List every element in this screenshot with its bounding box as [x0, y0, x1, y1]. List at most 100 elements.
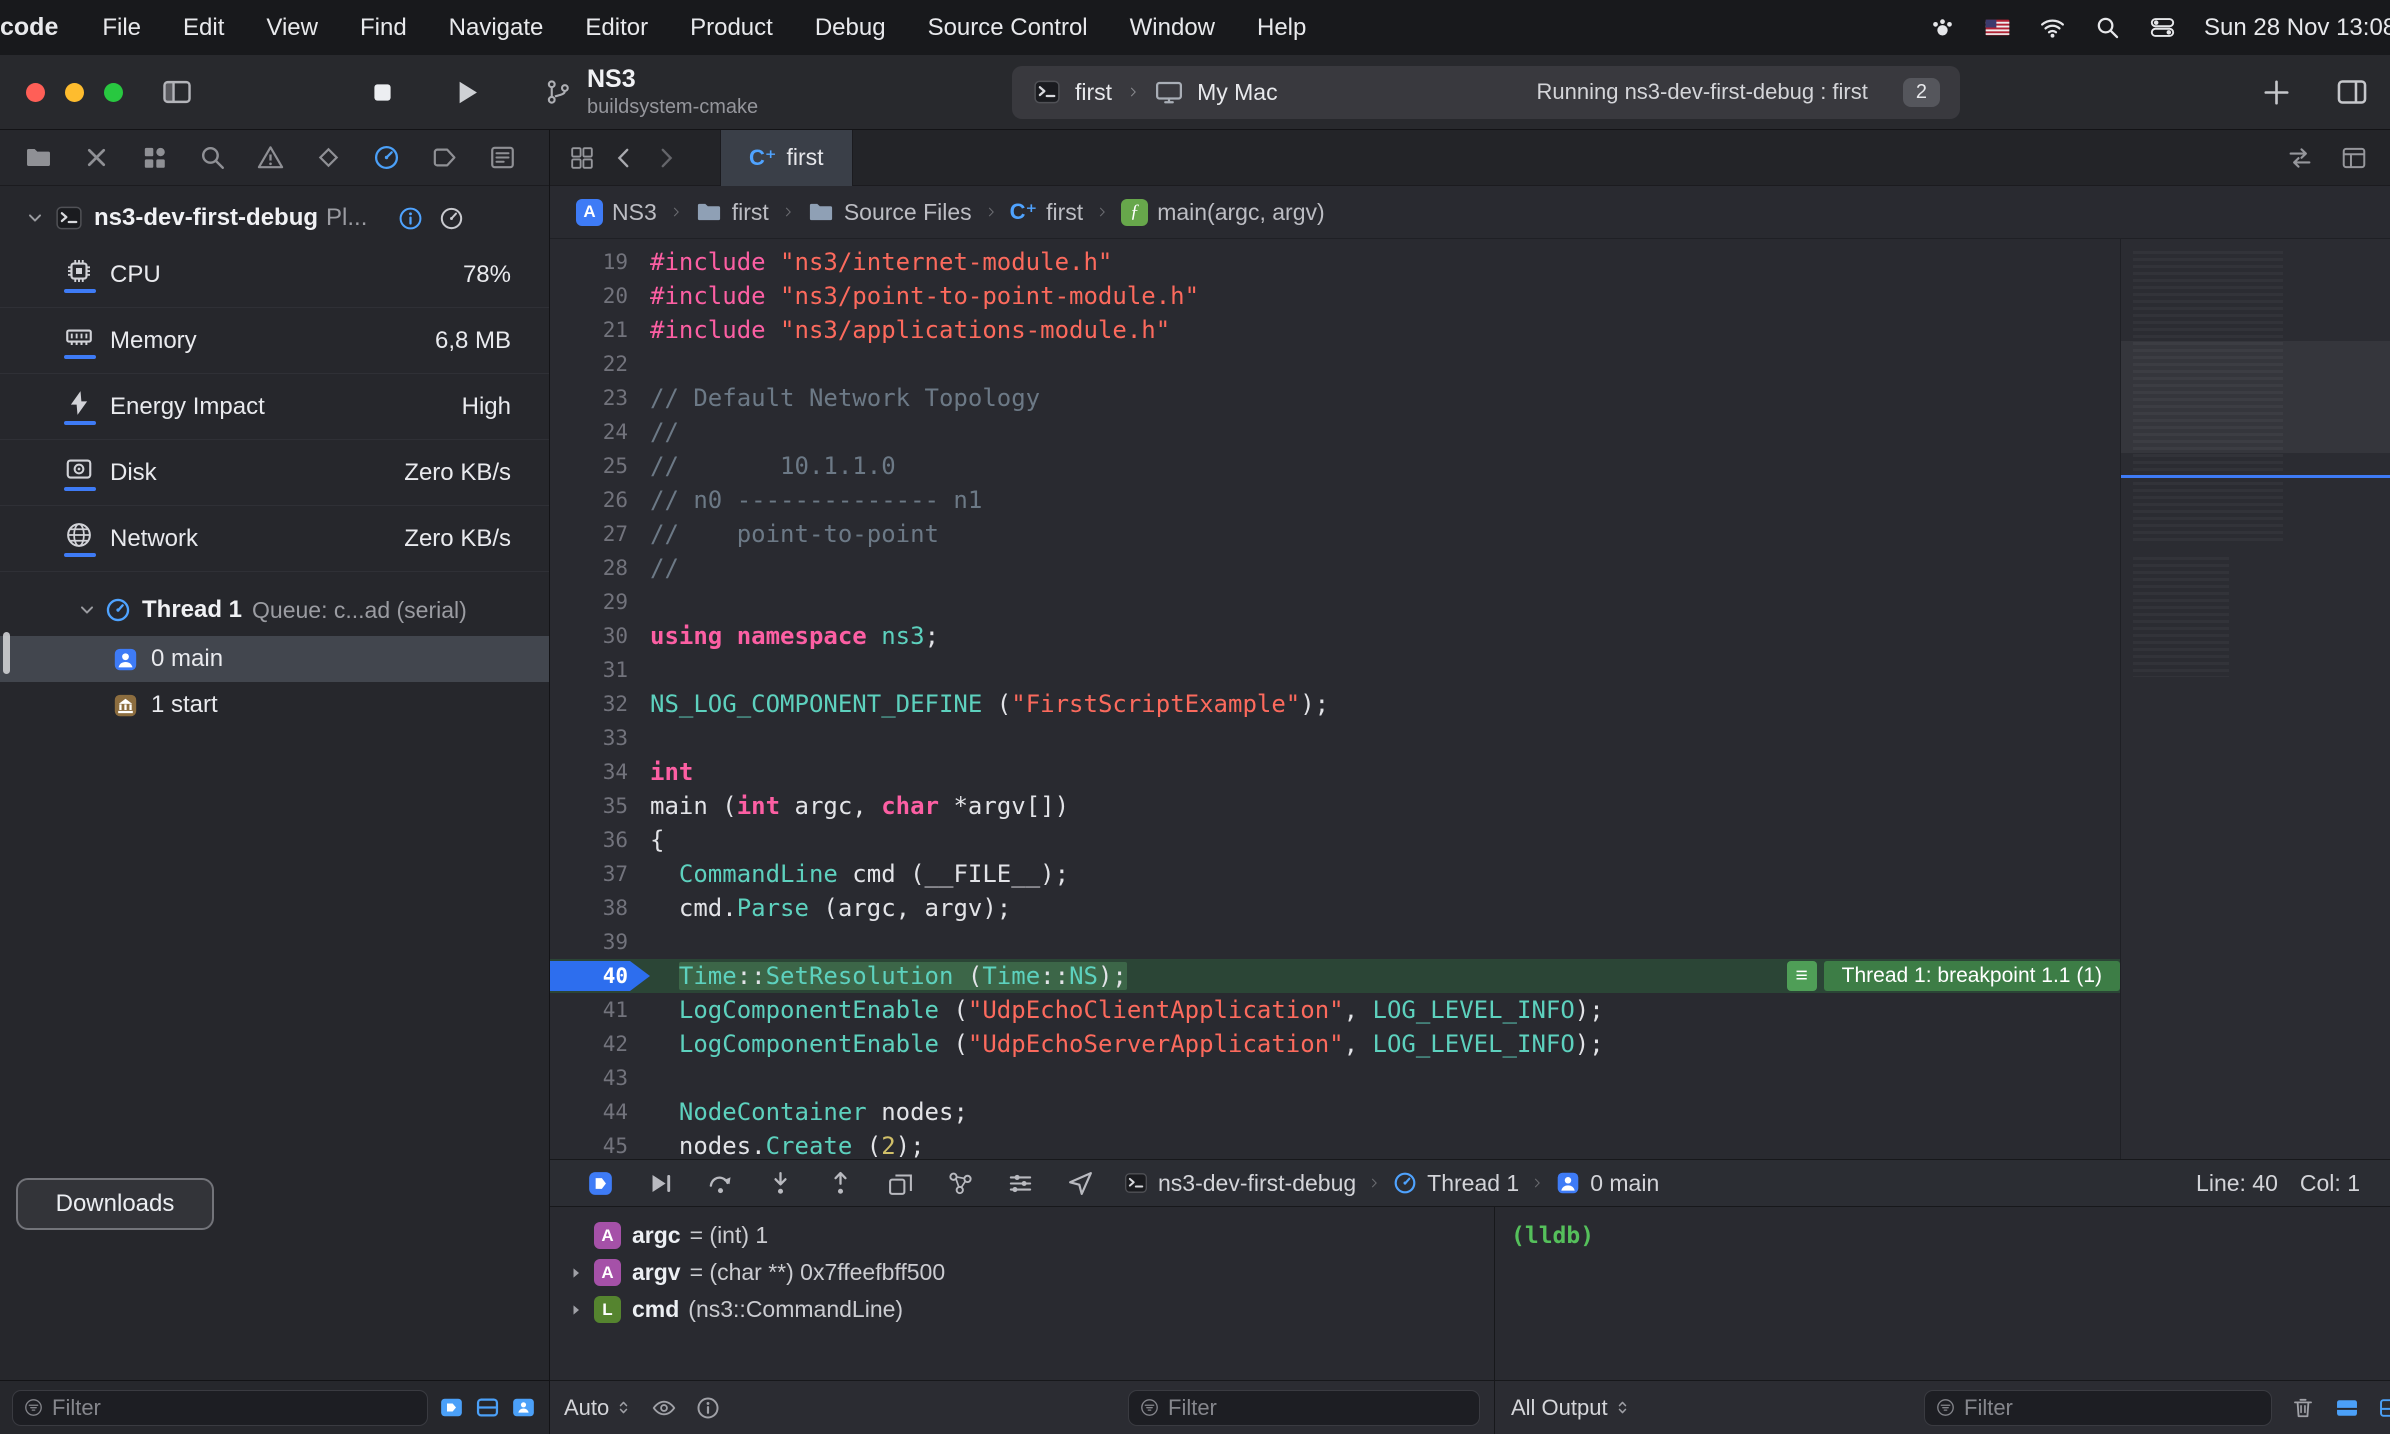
breakpoint-actions-button[interactable]: ≡ [1787, 961, 1817, 991]
line-number[interactable]: 24 [550, 420, 650, 444]
gauge-row-disk[interactable]: DiskZero KB/s [0, 440, 549, 506]
run-button[interactable] [450, 76, 483, 109]
show-console-view-icon[interactable] [2378, 1395, 2390, 1421]
code-line[interactable]: 19#include "ns3/internet-module.h" [550, 245, 2120, 279]
scheme-target[interactable]: first [1075, 79, 1112, 106]
debug-crumb-0-main[interactable]: 0 main [1555, 1170, 1659, 1197]
navigator-tab-debug-gauge-icon[interactable] [372, 143, 401, 172]
breadcrumb-first[interactable]: first [695, 198, 769, 226]
window-minimize-button[interactable] [65, 83, 84, 102]
code-line[interactable]: 44 NodeContainer nodes; [550, 1095, 2120, 1129]
code-line[interactable]: 40 Time::SetResolution (Time::NS);≡Threa… [550, 959, 2120, 993]
line-number[interactable]: 32 [550, 692, 650, 716]
code-line[interactable]: 31 [550, 653, 2120, 687]
show-variables-view-icon[interactable] [2334, 1395, 2360, 1421]
memory-graph-icon[interactable] [946, 1169, 975, 1198]
navigator-filter-field[interactable] [12, 1390, 428, 1426]
code-line[interactable]: 26// n0 -------------- n1 [550, 483, 2120, 517]
thread-row[interactable]: Thread 1 Queue: c...ad (serial) [0, 584, 549, 636]
menu-item[interactable]: File [102, 14, 141, 42]
code-line[interactable]: 45 nodes.Create (2); [550, 1129, 2120, 1159]
process-row[interactable]: ns3-dev-first-debug Pl... [0, 194, 549, 242]
view-hierarchy-icon[interactable] [886, 1169, 915, 1198]
search-icon[interactable] [2094, 14, 2121, 41]
stack-frame[interactable]: 1 start [0, 682, 549, 728]
code-line[interactable]: 22 [550, 347, 2120, 381]
code-line[interactable]: 43 [550, 1061, 2120, 1095]
editor-layout-button[interactable] [2335, 75, 2369, 109]
gauge-row-network[interactable]: NetworkZero KB/s [0, 506, 549, 572]
line-number[interactable]: 30 [550, 624, 650, 648]
code-line[interactable]: 42 LogComponentEnable ("UdpEchoServerApp… [550, 1027, 2120, 1061]
menu-item[interactable]: Source Control [928, 14, 1088, 42]
code-line[interactable]: 23// Default Network Topology [550, 381, 2120, 415]
filter-scope-2[interactable] [474, 1394, 501, 1421]
console-scope-select[interactable]: All Output [1511, 1395, 1632, 1421]
disclosure-triangle-icon[interactable] [566, 1300, 592, 1320]
line-number[interactable]: 36 [550, 828, 650, 852]
variables-filter-field[interactable] [1128, 1390, 1480, 1426]
code-line[interactable]: 30using namespace ns3; [550, 619, 2120, 653]
console-filter-field[interactable] [1924, 1390, 2272, 1426]
chevron-down-icon[interactable] [24, 207, 46, 229]
variable-row[interactable]: Lcmd(ns3::CommandLine) [550, 1291, 1494, 1328]
breakpoint-annotation[interactable]: Thread 1: breakpoint 1.1 (1) [1824, 961, 2120, 991]
navigator-tab-reports-icon[interactable] [488, 143, 517, 172]
code-line[interactable]: 41 LogComponentEnable ("UdpEchoClientApp… [550, 993, 2120, 1027]
code-line[interactable]: 29 [550, 585, 2120, 619]
continue-icon[interactable] [646, 1169, 675, 1198]
navigator-tab-breakpoints-icon[interactable] [430, 143, 459, 172]
stop-button[interactable] [369, 79, 396, 106]
navigator-filter-input[interactable] [52, 1395, 417, 1421]
wifi-icon[interactable] [2039, 14, 2066, 41]
menu-item[interactable]: Editor [585, 14, 648, 42]
info-icon[interactable] [397, 205, 424, 232]
chevron-down-icon[interactable] [76, 599, 98, 621]
console-view[interactable]: (lldb) [1495, 1207, 2390, 1380]
filter-scope-3[interactable] [510, 1394, 537, 1421]
code-line[interactable]: 32NS_LOG_COMPONENT_DEFINE ("FirstScriptE… [550, 687, 2120, 721]
line-number[interactable]: 35 [550, 794, 650, 818]
line-number[interactable]: 23 [550, 386, 650, 410]
environment-overrides-icon[interactable] [1006, 1169, 1035, 1198]
line-number[interactable]: 42 [550, 1032, 650, 1056]
code-line[interactable]: 39 [550, 925, 2120, 959]
menu-item[interactable]: View [266, 14, 318, 42]
debug-crumb-ns3-dev-first-debug[interactable]: ns3-dev-first-debug [1123, 1170, 1356, 1197]
line-number[interactable]: 27 [550, 522, 650, 546]
menu-item[interactable]: Edit [183, 14, 224, 42]
apple-app-menu[interactable]: code [0, 13, 58, 42]
back-button[interactable] [610, 144, 638, 172]
line-number[interactable]: 25 [550, 454, 650, 478]
code-line[interactable]: 21#include "ns3/applications-module.h" [550, 313, 2120, 347]
code-line[interactable]: 28// [550, 551, 2120, 585]
navigator-tab-source-control-icon[interactable] [82, 143, 111, 172]
code-line[interactable]: 20#include "ns3/point-to-point-module.h" [550, 279, 2120, 313]
menu-item[interactable]: Debug [815, 14, 886, 42]
navigator-tab-search-icon[interactable] [198, 143, 227, 172]
line-number[interactable]: 33 [550, 726, 650, 750]
minimap-viewport[interactable] [2121, 341, 2390, 453]
menu-item[interactable]: Find [360, 14, 407, 42]
code-line[interactable]: 37 CommandLine cmd (__FILE__); [550, 857, 2120, 891]
code-line[interactable]: 27// point-to-point [550, 517, 2120, 551]
navigator-toggle-icon[interactable] [161, 76, 193, 108]
us-flag-icon[interactable] [1984, 14, 2011, 41]
quicklook-icon[interactable] [651, 1395, 677, 1421]
gauge-row-energy-impact[interactable]: Energy ImpactHigh [0, 374, 549, 440]
line-number[interactable]: 28 [550, 556, 650, 580]
issue-count-badge[interactable]: 2 [1903, 78, 1940, 107]
line-number[interactable]: 37 [550, 862, 650, 886]
variables-scope-select[interactable]: Auto [564, 1395, 633, 1421]
forward-button[interactable] [652, 144, 680, 172]
breakpoints-toggle-icon[interactable] [586, 1169, 615, 1198]
menu-item[interactable]: Navigate [449, 14, 544, 42]
code-line[interactable]: 38 cmd.Parse (argc, argv); [550, 891, 2120, 925]
variables-filter-input[interactable] [1168, 1395, 1469, 1421]
clear-console-icon[interactable] [2290, 1395, 2316, 1421]
line-number[interactable]: 45 [550, 1134, 650, 1158]
window-close-button[interactable] [26, 83, 45, 102]
step-over-icon[interactable] [706, 1169, 735, 1198]
line-number[interactable]: 43 [550, 1066, 650, 1090]
filter-scope-1[interactable] [438, 1394, 465, 1421]
